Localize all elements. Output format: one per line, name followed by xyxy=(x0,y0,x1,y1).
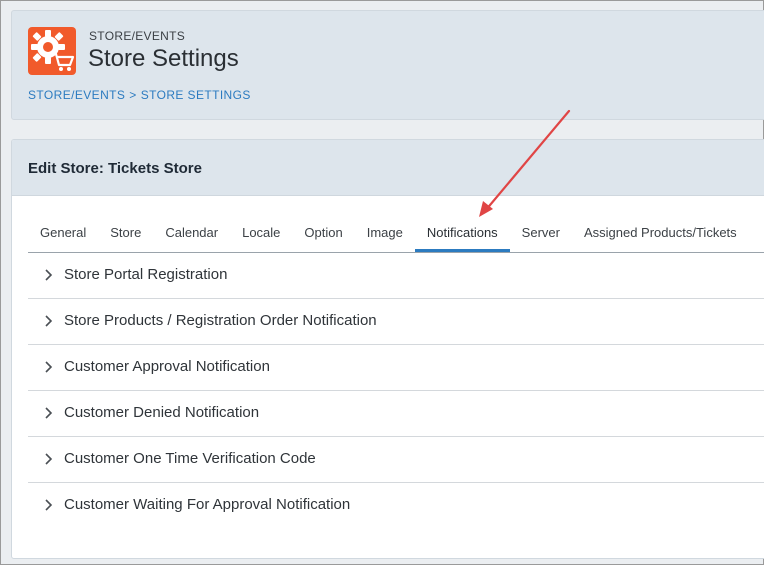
notifications-accordion: Store Portal Registration Store Products… xyxy=(28,253,764,528)
accordion-item-label: Customer Approval Notification xyxy=(64,358,270,375)
tab-option[interactable]: Option xyxy=(292,223,354,251)
breadcrumb-separator: > xyxy=(129,88,137,102)
panel-title: Edit Store: Tickets Store xyxy=(28,160,202,177)
accordion-item-label: Store Products / Registration Order Noti… xyxy=(64,312,377,329)
chevron-right-icon xyxy=(45,361,53,373)
store-settings-logo-icon xyxy=(28,27,76,75)
edit-store-panel: Edit Store: Tickets Store General Store … xyxy=(11,139,764,559)
accordion-item-label: Customer Denied Notification xyxy=(64,404,260,421)
chevron-right-icon xyxy=(45,499,53,511)
tab-image[interactable]: Image xyxy=(355,223,415,251)
chevron-right-icon xyxy=(45,315,53,327)
panel-header: Edit Store: Tickets Store xyxy=(12,140,764,196)
tab-calendar[interactable]: Calendar xyxy=(153,223,230,251)
chevron-right-icon xyxy=(45,407,53,419)
accordion-item-label: Store Portal Registration xyxy=(64,266,228,283)
accordion-item-one-time-verification[interactable]: Customer One Time Verification Code xyxy=(28,437,764,483)
accordion-item-label: Customer Waiting For Approval Notificati… xyxy=(64,496,351,513)
accordion-item-order-notification[interactable]: Store Products / Registration Order Noti… xyxy=(28,299,764,345)
chevron-right-icon xyxy=(45,453,53,465)
chevron-right-icon xyxy=(45,269,53,281)
breadcrumb-root-link[interactable]: STORE/EVENTS xyxy=(28,88,125,102)
tab-store[interactable]: Store xyxy=(98,223,153,251)
accordion-item-customer-approval[interactable]: Customer Approval Notification xyxy=(28,345,764,391)
settings-tabs: General Store Calendar Locale Option Ima… xyxy=(28,223,764,253)
page-header: STORE/EVENTS Store Settings STORE/EVENTS… xyxy=(11,10,764,120)
accordion-item-label: Customer One Time Verification Code xyxy=(64,450,316,467)
breadcrumb: STORE/EVENTS > STORE SETTINGS xyxy=(28,88,251,102)
section-eyebrow: STORE/EVENTS xyxy=(89,29,186,43)
tab-server[interactable]: Server xyxy=(510,223,572,251)
accordion-item-customer-denied[interactable]: Customer Denied Notification xyxy=(28,391,764,437)
breadcrumb-current-link[interactable]: STORE SETTINGS xyxy=(141,88,251,102)
tab-locale[interactable]: Locale xyxy=(230,223,292,251)
tab-assigned-products-tickets[interactable]: Assigned Products/Tickets xyxy=(572,223,749,251)
accordion-item-store-portal-registration[interactable]: Store Portal Registration xyxy=(28,253,764,299)
tab-general[interactable]: General xyxy=(28,223,98,251)
accordion-item-waiting-for-approval[interactable]: Customer Waiting For Approval Notificati… xyxy=(28,483,764,528)
tab-notifications[interactable]: Notifications xyxy=(414,223,510,252)
page-title: Store Settings xyxy=(88,45,239,72)
